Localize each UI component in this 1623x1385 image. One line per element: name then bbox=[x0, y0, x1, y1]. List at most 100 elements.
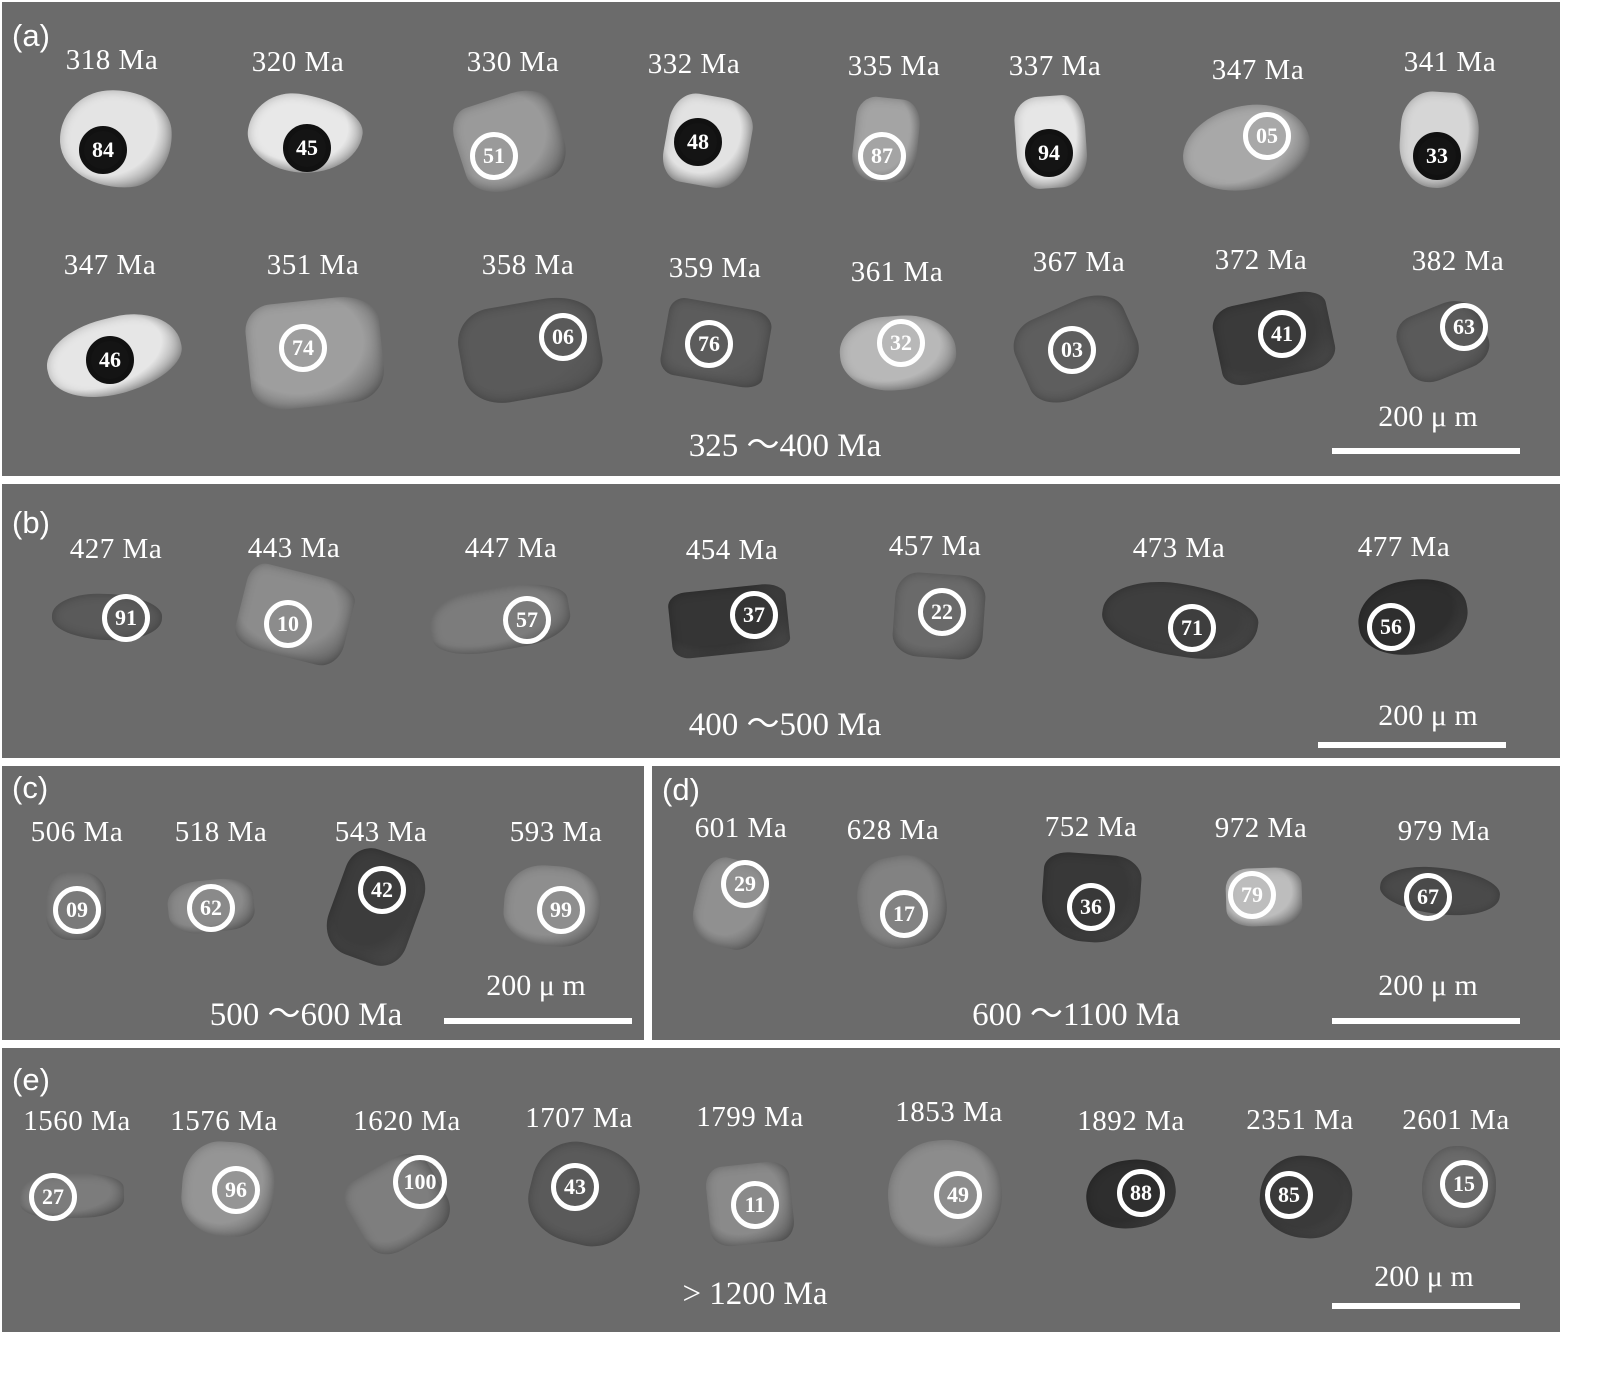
analysis-spot: 09 bbox=[53, 886, 101, 934]
analysis-spot: 88 bbox=[1117, 1169, 1165, 1217]
scale-bar-label: 200 μ m bbox=[1374, 1260, 1474, 1293]
scale-bar bbox=[1318, 742, 1506, 748]
analysis-spot: 76 bbox=[685, 320, 733, 368]
analysis-spot: 10 bbox=[264, 600, 312, 648]
scale-bar-label: 200 μ m bbox=[1378, 969, 1478, 1002]
age-label: 477 Ma bbox=[1357, 531, 1451, 563]
age-label: 1799 Ma bbox=[696, 1101, 804, 1133]
analysis-spot: 29 bbox=[721, 860, 769, 908]
analysis-spot: 37 bbox=[730, 591, 778, 639]
age-range-label: 325 ～400 Ma bbox=[688, 428, 882, 464]
age-label: 337 Ma bbox=[1008, 50, 1102, 82]
age-label: 332 Ma bbox=[647, 48, 741, 80]
analysis-spot: 17 bbox=[880, 890, 928, 938]
age-label: 972 Ma bbox=[1214, 812, 1308, 844]
scale-bar bbox=[444, 1018, 632, 1024]
age-label: 601 Ma bbox=[694, 812, 788, 844]
age-label: 347 Ma bbox=[63, 249, 157, 281]
age-label: 351 Ma bbox=[266, 249, 360, 281]
age-range-label: 600 ～1100 Ma bbox=[972, 997, 1180, 1033]
age-label: 320 Ma bbox=[251, 46, 345, 78]
age-label: 593 Ma bbox=[509, 816, 603, 848]
panel-label: (e) bbox=[12, 1062, 50, 1097]
analysis-spot: 94 bbox=[1025, 129, 1073, 177]
age-label: 979 Ma bbox=[1397, 815, 1491, 847]
analysis-spot: 45 bbox=[283, 124, 331, 172]
age-range-label: > 1200 Ma bbox=[682, 1276, 828, 1312]
age-label: 628 Ma bbox=[846, 814, 940, 846]
analysis-spot: 63 bbox=[1440, 303, 1488, 351]
age-label: 752 Ma bbox=[1044, 811, 1138, 843]
analysis-spot: 32 bbox=[877, 319, 925, 367]
analysis-spot: 36 bbox=[1067, 883, 1115, 931]
analysis-spot: 79 bbox=[1228, 871, 1276, 919]
scale-bar bbox=[1332, 1018, 1520, 1024]
age-label: 367 Ma bbox=[1032, 246, 1126, 278]
age-label: 358 Ma bbox=[481, 249, 575, 281]
age-label: 443 Ma bbox=[247, 532, 341, 564]
age-label: 457 Ma bbox=[888, 530, 982, 562]
analysis-spot: 91 bbox=[102, 594, 150, 642]
analysis-spot: 74 bbox=[279, 324, 327, 372]
scale-bar-label: 200 μ m bbox=[1378, 699, 1478, 732]
panel-label: (a) bbox=[12, 18, 50, 53]
age-label: 447 Ma bbox=[464, 532, 558, 564]
age-label: 543 Ma bbox=[334, 816, 428, 848]
analysis-spot: 15 bbox=[1440, 1160, 1488, 1208]
age-label: 454 Ma bbox=[685, 534, 779, 566]
age-label: 1853 Ma bbox=[895, 1096, 1003, 1128]
scale-bar bbox=[1332, 1303, 1520, 1309]
analysis-spot: 99 bbox=[537, 886, 585, 934]
age-range-label: 500 ～600 Ma bbox=[209, 997, 403, 1033]
panel-label: (b) bbox=[12, 505, 50, 540]
analysis-spot: 67 bbox=[1404, 873, 1452, 921]
age-label: 341 Ma bbox=[1403, 46, 1497, 78]
analysis-spot: 57 bbox=[503, 596, 551, 644]
analysis-spot: 22 bbox=[918, 588, 966, 636]
age-label: 518 Ma bbox=[174, 816, 268, 848]
age-label: 473 Ma bbox=[1132, 532, 1226, 564]
age-label: 427 Ma bbox=[69, 533, 163, 565]
analysis-spot: 87 bbox=[858, 132, 906, 180]
age-label: 1892 Ma bbox=[1077, 1105, 1185, 1137]
analysis-spot: 42 bbox=[358, 866, 406, 914]
analysis-spot: 41 bbox=[1258, 310, 1306, 358]
analysis-spot: 71 bbox=[1168, 604, 1216, 652]
analysis-spot: 56 bbox=[1367, 603, 1415, 651]
age-label: 318 Ma bbox=[65, 44, 159, 76]
age-label: 1560 Ma bbox=[23, 1105, 131, 1137]
analysis-spot: 85 bbox=[1265, 1171, 1313, 1219]
analysis-spot: 62 bbox=[187, 884, 235, 932]
panel-label: (c) bbox=[12, 770, 49, 805]
figure-canvas: (a) 318 Ma 84 320 Ma 45 330 Ma 51 332 Ma 48 335 M… bbox=[0, 0, 1623, 1385]
age-label: 335 Ma bbox=[847, 50, 941, 82]
age-label: 1620 Ma bbox=[353, 1105, 461, 1137]
scale-bar-label: 200 μ m bbox=[486, 969, 586, 1002]
analysis-spot: 100 bbox=[393, 1155, 447, 1209]
analysis-spot: 49 bbox=[934, 1171, 982, 1219]
analysis-spot: 05 bbox=[1243, 112, 1291, 160]
age-label: 361 Ma bbox=[850, 256, 944, 288]
age-range-label: 400 ～500 Ma bbox=[688, 707, 882, 743]
analysis-spot: 84 bbox=[79, 126, 127, 174]
analysis-spot: 27 bbox=[29, 1173, 77, 1221]
analysis-spot: 96 bbox=[212, 1166, 260, 1214]
age-label: 330 Ma bbox=[466, 46, 560, 78]
age-label: 506 Ma bbox=[30, 816, 124, 848]
age-label: 359 Ma bbox=[668, 252, 762, 284]
age-label: 1707 Ma bbox=[525, 1102, 633, 1134]
age-label: 372 Ma bbox=[1214, 244, 1308, 276]
age-label: 2601 Ma bbox=[1402, 1104, 1510, 1136]
age-label: 347 Ma bbox=[1211, 54, 1305, 86]
panel-label: (d) bbox=[662, 772, 700, 807]
analysis-spot: 11 bbox=[731, 1181, 779, 1229]
scale-bar-label: 200 μ m bbox=[1378, 400, 1478, 433]
analysis-spot: 48 bbox=[674, 118, 722, 166]
age-label: 1576 Ma bbox=[170, 1105, 278, 1137]
analysis-spot: 51 bbox=[470, 132, 518, 180]
scale-bar bbox=[1332, 448, 1520, 454]
analysis-spot: 03 bbox=[1048, 326, 1096, 374]
age-label: 2351 Ma bbox=[1246, 1104, 1354, 1136]
panel-a bbox=[2, 2, 1560, 476]
analysis-spot: 46 bbox=[86, 336, 134, 384]
